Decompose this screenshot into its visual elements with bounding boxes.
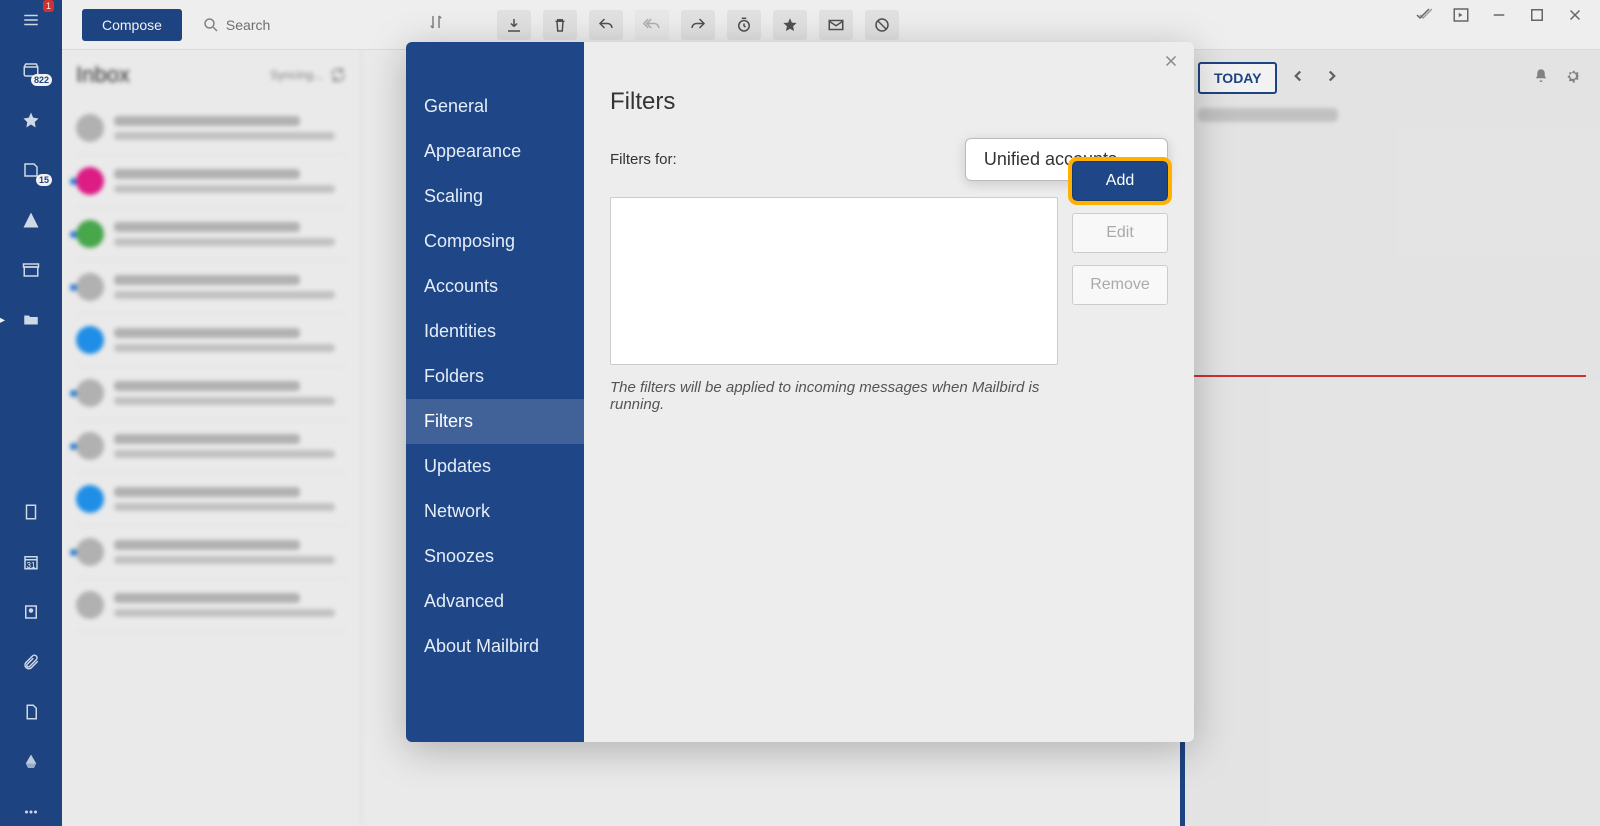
settings-body: Filters Filters for: Unified accounts Ad… (584, 42, 1194, 742)
nav-advanced[interactable]: Advanced (406, 579, 584, 624)
filters-for-label: Filters for: (610, 151, 677, 168)
filters-list[interactable] (610, 197, 1058, 365)
settings-modal: General Appearance Scaling Composing Acc… (406, 42, 1194, 742)
nav-composing[interactable]: Composing (406, 219, 584, 264)
remove-button[interactable]: Remove (1072, 265, 1168, 305)
filters-body: Add Edit Remove (610, 197, 1168, 365)
mark-read-icon[interactable] (1406, 3, 1440, 27)
nav-accounts[interactable]: Accounts (406, 264, 584, 309)
filters-hint: The filters will be applied to incoming … (610, 379, 1040, 413)
nav-identities[interactable]: Identities (406, 309, 584, 354)
nav-network[interactable]: Network (406, 489, 584, 534)
window-controls (1398, 0, 1600, 30)
nav-scaling[interactable]: Scaling (406, 174, 584, 219)
nav-folders[interactable]: Folders (406, 354, 584, 399)
nav-snoozes[interactable]: Snoozes (406, 534, 584, 579)
filters-actions: Add Edit Remove (1072, 161, 1168, 365)
nav-updates[interactable]: Updates (406, 444, 584, 489)
edit-button[interactable]: Edit (1072, 213, 1168, 253)
close-button[interactable] (1558, 3, 1592, 27)
nav-filters[interactable]: Filters (406, 399, 584, 444)
app-root: 1 822 15 ▸ 31 (0, 0, 1600, 826)
minimize-button[interactable] (1482, 3, 1516, 27)
panel-toggle-icon[interactable] (1444, 3, 1478, 27)
add-button[interactable]: Add (1072, 161, 1168, 201)
filters-title: Filters (610, 88, 1168, 116)
settings-modal-overlay: General Appearance Scaling Composing Acc… (0, 0, 1600, 826)
nav-general[interactable]: General (406, 84, 584, 129)
settings-nav: General Appearance Scaling Composing Acc… (406, 42, 584, 742)
nav-about[interactable]: About Mailbird (406, 624, 584, 669)
maximize-button[interactable] (1520, 3, 1554, 27)
nav-appearance[interactable]: Appearance (406, 129, 584, 174)
